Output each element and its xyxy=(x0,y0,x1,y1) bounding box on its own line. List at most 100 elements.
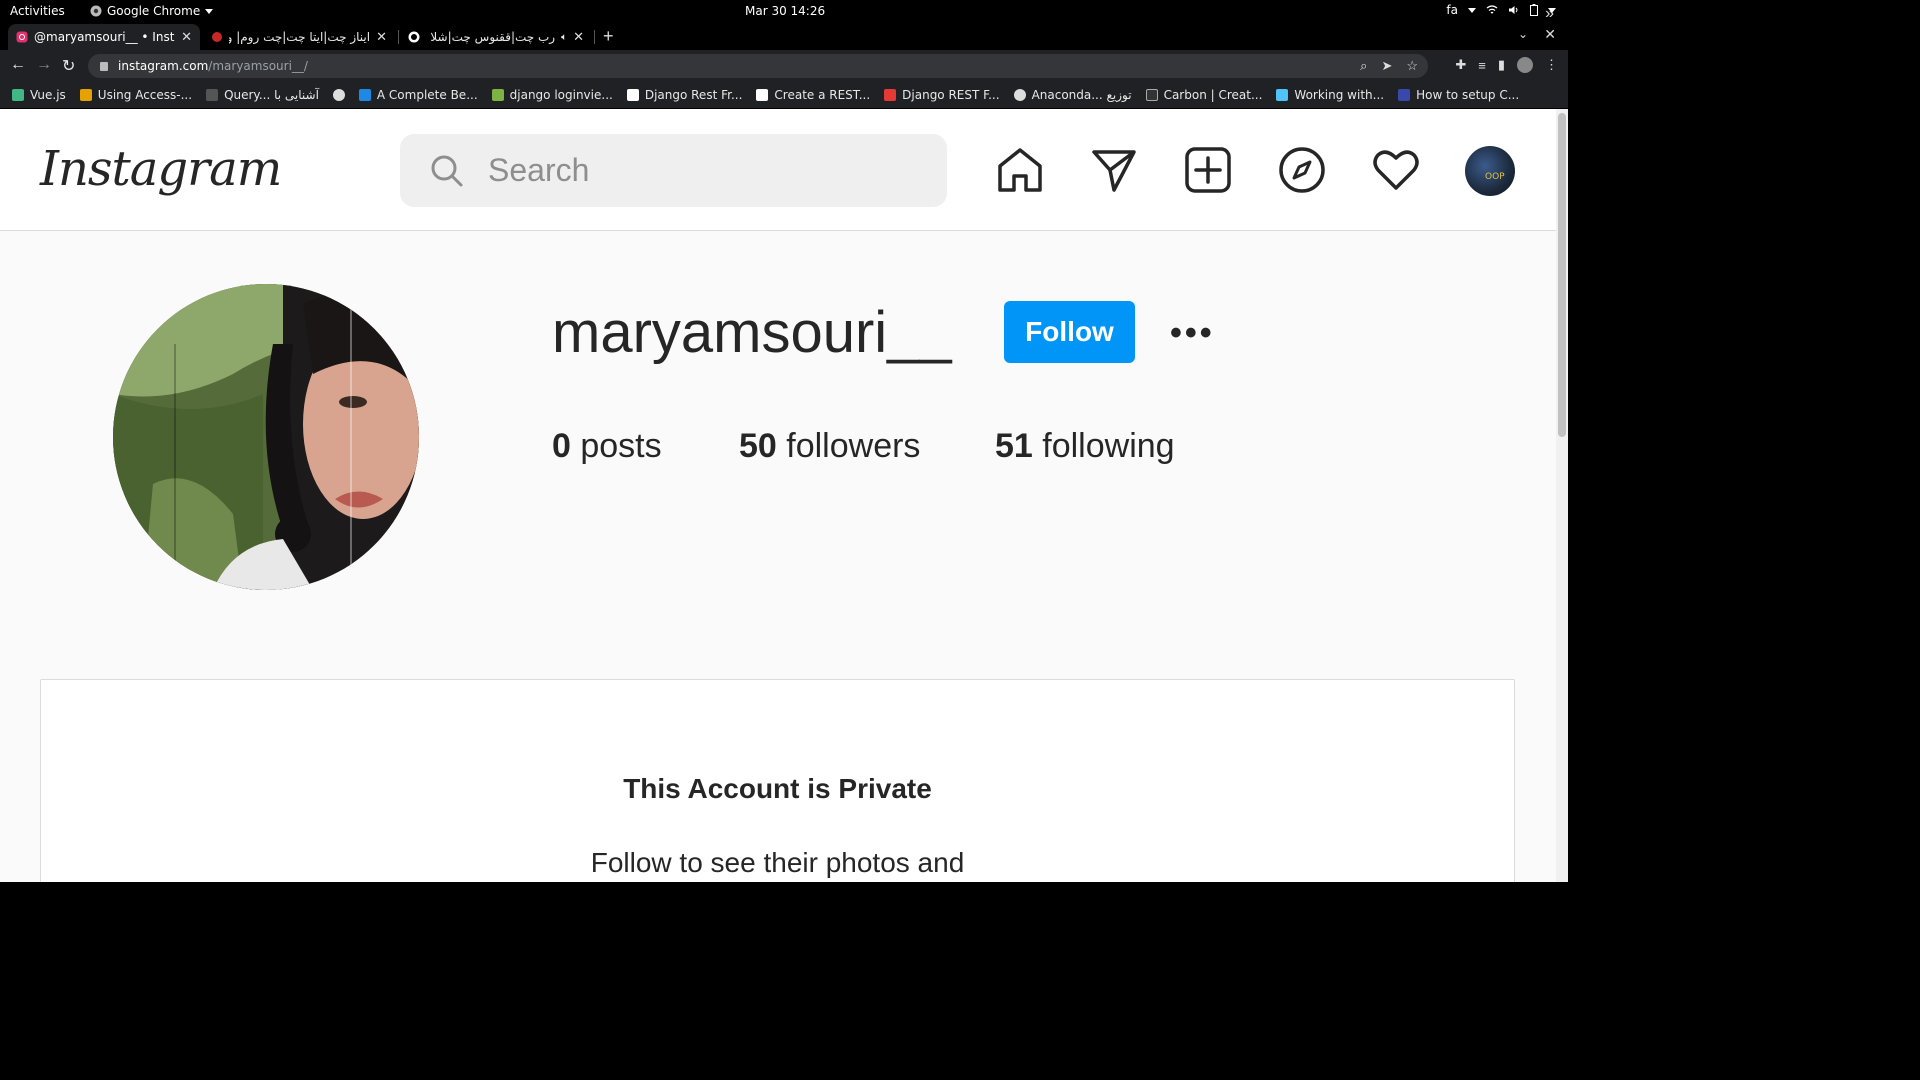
profile-picture[interactable] xyxy=(113,284,419,590)
bookmark-item[interactable]: Vue.js xyxy=(12,88,66,102)
kebab-menu-icon[interactable]: ⋮ xyxy=(1545,57,1558,73)
profile-photo xyxy=(113,284,419,590)
tab-title: رب چت|ققنوس چت|شلا xyxy=(430,30,556,44)
avatar-label: OOP xyxy=(1485,172,1505,182)
search-input[interactable] xyxy=(488,152,908,189)
globe-icon xyxy=(408,31,420,43)
bookmark-item[interactable]: Carbon | Creat... xyxy=(1145,88,1262,102)
browser-toolbar: ← → ↻ instagram.com/maryamsouri__/ ⌕ ➤ ☆… xyxy=(0,50,1568,82)
close-icon[interactable]: ✕ xyxy=(573,30,584,45)
bookmark-favicon-icon xyxy=(491,89,504,101)
bookmarks-overflow-icon[interactable]: » xyxy=(1545,5,1554,23)
extension-area: ✚ ≡ ▮ ⋮ xyxy=(1455,57,1558,73)
medium-icon xyxy=(756,89,769,101)
wifi-icon xyxy=(1486,5,1498,14)
bookmarks-bar: Vue.js Using Access-... Query... آشنایی … xyxy=(0,82,1568,108)
omnibox-actions: ⌕ ➤ ☆ xyxy=(1360,58,1418,74)
address-bar[interactable]: instagram.com/maryamsouri__/ xyxy=(88,54,1428,78)
bookmark-star-icon[interactable]: ☆ xyxy=(1406,58,1418,74)
posts-count: 0 xyxy=(552,427,571,465)
search-icon xyxy=(431,155,463,186)
zoom-icon[interactable]: ⌕ xyxy=(1360,58,1367,74)
bookmark-item[interactable]: Using Access-... xyxy=(79,88,192,102)
reading-list-icon[interactable]: ≡ xyxy=(1478,58,1486,73)
bookmark-item[interactable]: Django Rest Fr... xyxy=(626,88,742,102)
audio-playing-icon[interactable]: 🔈︎ xyxy=(561,32,567,43)
vue-icon xyxy=(12,89,24,101)
send-icon[interactable]: ➤ xyxy=(1381,58,1392,74)
system-tray[interactable]: fa xyxy=(1446,3,1556,17)
clock[interactable]: Mar 30 14:26 xyxy=(745,4,825,18)
window-close-icon[interactable]: ✕ xyxy=(1544,26,1556,43)
lock-icon[interactable] xyxy=(100,61,108,71)
instagram-header: Instagram OOP xyxy=(0,109,1556,231)
home-icon[interactable] xyxy=(995,145,1045,195)
tab-chat-2[interactable]: رب چت|ققنوس چت|شلا 🔈︎ ✕ xyxy=(400,24,592,50)
globe-icon xyxy=(332,89,345,101)
explore-icon[interactable] xyxy=(1277,145,1327,195)
tab-divider xyxy=(398,30,399,44)
close-icon[interactable]: ✕ xyxy=(376,30,387,45)
profile-username: maryamsouri__ xyxy=(552,300,952,365)
bookmark-favicon-icon xyxy=(1398,89,1411,101)
chrome-icon xyxy=(90,5,102,17)
tab-strip: @maryamsouri__ • Instag ✕ ایناز چت|ایتا … xyxy=(0,22,1568,50)
bookmark-favicon-icon xyxy=(206,89,219,101)
tab-chat-1[interactable]: ایناز چت|ایتا چت|چت روم| و ✕ xyxy=(203,24,395,50)
activities-button[interactable]: Activities xyxy=(10,4,65,18)
bookmark-favicon-icon xyxy=(884,89,897,101)
bookmark-item[interactable] xyxy=(332,89,345,101)
following-stat[interactable]: 51 following xyxy=(995,427,1175,466)
bookmark-item[interactable]: Anaconda... توزیع xyxy=(1013,88,1132,102)
instagram-page: Instagram OOP xyxy=(0,109,1556,882)
reload-icon[interactable]: ↻ xyxy=(62,56,75,76)
more-options-icon[interactable]: ••• xyxy=(1170,314,1215,353)
side-panel-icon[interactable]: ▮ xyxy=(1498,57,1505,73)
bookmark-item[interactable]: How to setup C... xyxy=(1398,88,1519,102)
new-tab-button[interactable]: + xyxy=(603,26,614,47)
bookmark-item[interactable]: Query... آشنایی با xyxy=(206,88,319,102)
profile-avatar-icon[interactable] xyxy=(1517,57,1533,73)
search-box[interactable] xyxy=(400,134,947,207)
tab-instagram[interactable]: @maryamsouri__ • Instag ✕ xyxy=(8,24,200,50)
tab-divider xyxy=(594,30,595,44)
heart-icon[interactable] xyxy=(1371,145,1421,195)
volume-icon xyxy=(1509,6,1518,14)
input-language[interactable]: fa xyxy=(1446,3,1458,17)
close-icon[interactable]: ✕ xyxy=(181,30,192,45)
direct-message-icon[interactable] xyxy=(1089,145,1139,195)
follow-button[interactable]: Follow xyxy=(1004,301,1135,363)
scrollbar-thumb[interactable] xyxy=(1558,113,1566,437)
bookmark-item[interactable]: Django REST F... xyxy=(884,88,1000,102)
tab-search-icon[interactable]: ⌄ xyxy=(1518,27,1528,41)
battery-icon xyxy=(1530,4,1538,16)
posts-stat: 0 posts xyxy=(552,427,739,466)
forward-icon[interactable]: → xyxy=(36,56,52,74)
followers-stat[interactable]: 50 followers xyxy=(739,427,995,466)
private-title: This Account is Private xyxy=(623,773,932,804)
url-domain: instagram.com xyxy=(118,59,209,73)
tab-title: ایناز چت|ایتا چت|چت روم| و xyxy=(229,30,371,44)
system-top-bar: Activities Google Chrome Mar 30 14:26 fa xyxy=(0,0,1568,22)
back-icon[interactable]: ← xyxy=(10,56,26,74)
posts-label: posts xyxy=(570,427,662,465)
bookmark-item[interactable]: Working with... xyxy=(1276,88,1384,102)
page-scrollbar[interactable] xyxy=(1556,109,1568,882)
carbon-icon xyxy=(1145,89,1158,101)
profile-stats: 0 posts 50 followers 51 following xyxy=(552,427,1175,466)
url-path: /maryamsouri__/ xyxy=(208,59,308,73)
tab-title: @maryamsouri__ • Instag xyxy=(34,30,176,44)
new-post-icon[interactable] xyxy=(1183,145,1233,195)
iran-emblem-icon xyxy=(212,32,222,42)
private-account-notice: This Account is Private Follow to see th… xyxy=(40,679,1515,882)
bookmark-item[interactable]: A Complete Be... xyxy=(358,88,478,102)
following-label: following xyxy=(1032,427,1175,465)
bookmark-favicon-icon xyxy=(79,89,92,101)
bookmark-item[interactable]: Create a REST... xyxy=(756,88,870,102)
profile-avatar-small[interactable]: OOP xyxy=(1465,146,1515,196)
app-menu[interactable]: Google Chrome xyxy=(90,4,214,18)
instagram-logo[interactable]: Instagram xyxy=(40,141,282,197)
extensions-icon[interactable]: ✚ xyxy=(1455,57,1466,73)
bookmark-item[interactable]: django loginvie... xyxy=(491,88,613,102)
instagram-nav xyxy=(995,145,1421,195)
